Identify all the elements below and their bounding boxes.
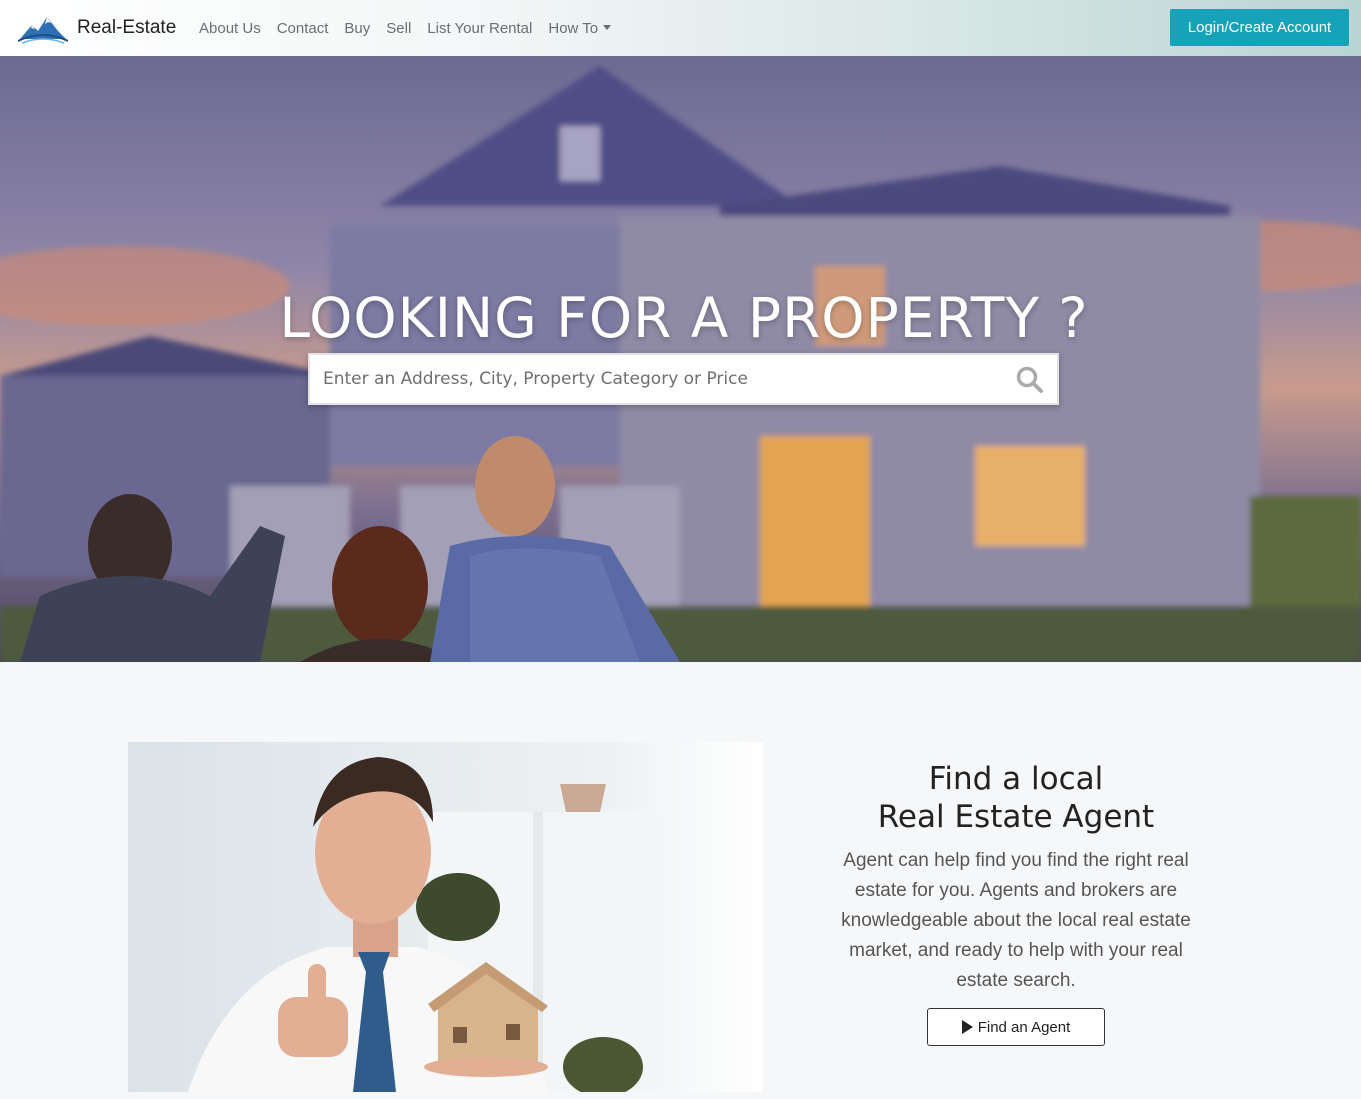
agent-description: Agent can help find you find the right r… xyxy=(841,850,1191,991)
brand[interactable]: Real-Estate xyxy=(18,10,176,46)
nav-contact[interactable]: Contact xyxy=(277,20,329,37)
search-input[interactable] xyxy=(310,355,1000,403)
caret-down-icon xyxy=(603,24,612,30)
agent-photo xyxy=(128,742,763,1092)
hero-title: LOOKING FOR A PROPERTY ? xyxy=(279,286,1089,350)
find-an-agent-button[interactable]: Find an Agent xyxy=(927,1008,1105,1046)
nav-links: About Us Contact Buy Sell List Your Rent… xyxy=(191,0,619,56)
navbar: Real-Estate About Us Contact Buy Sell Li… xyxy=(0,0,1361,56)
agent-title-line2: Real Estate Agent xyxy=(877,799,1155,835)
login-create-account-button[interactable]: Login/Create Account xyxy=(1170,9,1349,46)
search-bar xyxy=(308,353,1059,405)
play-icon xyxy=(961,1020,973,1034)
nav-sell[interactable]: Sell xyxy=(386,20,411,37)
agent-photo-image xyxy=(128,742,763,1092)
search-icon[interactable] xyxy=(1016,366,1044,394)
hero-banner: LOOKING FOR A PROPERTY ? xyxy=(0,56,1361,662)
nav-how-to-label: How To xyxy=(548,19,599,37)
agent-title-line1: Find a local xyxy=(928,761,1104,797)
nav-list-your-rental[interactable]: List Your Rental xyxy=(427,20,532,37)
find-an-agent-label: Find an Agent xyxy=(977,1018,1071,1036)
brand-name: Real-Estate xyxy=(77,17,177,38)
agent-section-text: Find a local Real Estate Agent Agent can… xyxy=(838,760,1194,996)
nav-buy[interactable]: Buy xyxy=(344,20,370,37)
nav-how-to-dropdown[interactable]: How To xyxy=(548,19,612,37)
nav-about-us[interactable]: About Us xyxy=(199,20,261,37)
agent-title: Find a local Real Estate Agent xyxy=(838,760,1194,836)
mountain-logo-icon xyxy=(18,17,68,44)
